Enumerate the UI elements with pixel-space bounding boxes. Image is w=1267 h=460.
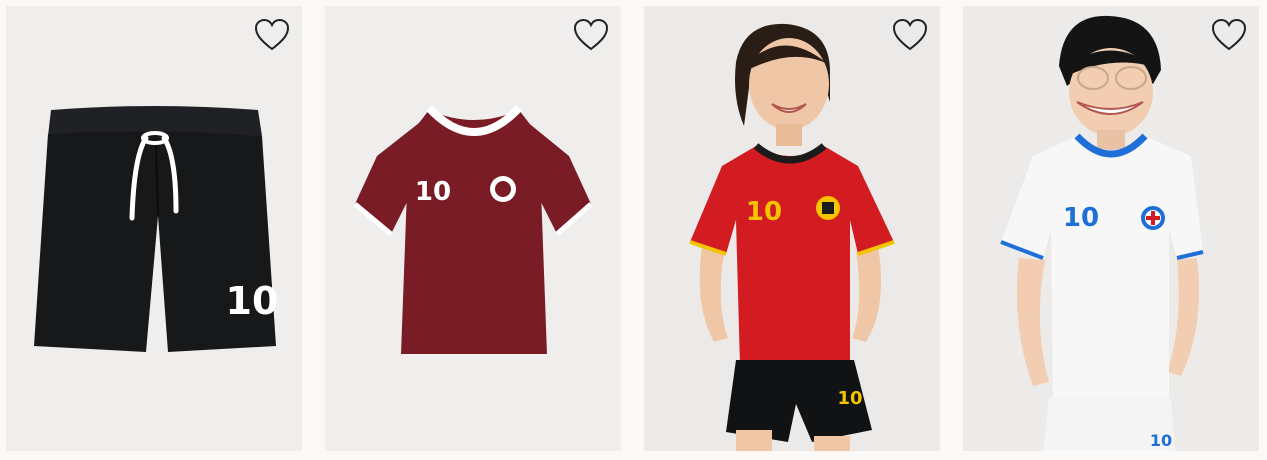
- product-card-burgundy-shirt[interactable]: 10: [325, 6, 621, 451]
- heart-outline-icon: [1211, 18, 1247, 51]
- shorts-number: 10: [1150, 431, 1172, 450]
- shirt-number: 10: [746, 197, 782, 227]
- add-to-favorites-button[interactable]: [573, 18, 609, 52]
- product-image-burgundy-shirt[interactable]: 10: [325, 6, 621, 451]
- add-to-favorites-button[interactable]: [892, 18, 928, 52]
- heart-outline-icon: [892, 18, 928, 51]
- shorts-number: 10: [226, 279, 279, 323]
- product-image-white-kit[interactable]: 10 10: [963, 6, 1259, 451]
- product-card-shorts[interactable]: 10: [6, 6, 302, 451]
- heart-outline-icon: [573, 18, 609, 51]
- product-grid: 10 10 10 10 10 10: [0, 0, 1267, 460]
- add-to-favorites-button[interactable]: [1211, 18, 1247, 52]
- shirt-number: 10: [415, 177, 451, 207]
- add-to-favorites-button[interactable]: [254, 18, 290, 52]
- product-card-red-kit[interactable]: 10 10: [644, 6, 940, 451]
- product-image-red-kit[interactable]: 10 10: [644, 6, 940, 451]
- shorts-number: 10: [837, 388, 862, 409]
- product-image-shorts[interactable]: 10: [6, 6, 302, 451]
- shirt-number: 10: [1063, 203, 1099, 233]
- heart-outline-icon: [254, 18, 290, 51]
- product-card-white-kit[interactable]: 10 10: [963, 6, 1259, 451]
